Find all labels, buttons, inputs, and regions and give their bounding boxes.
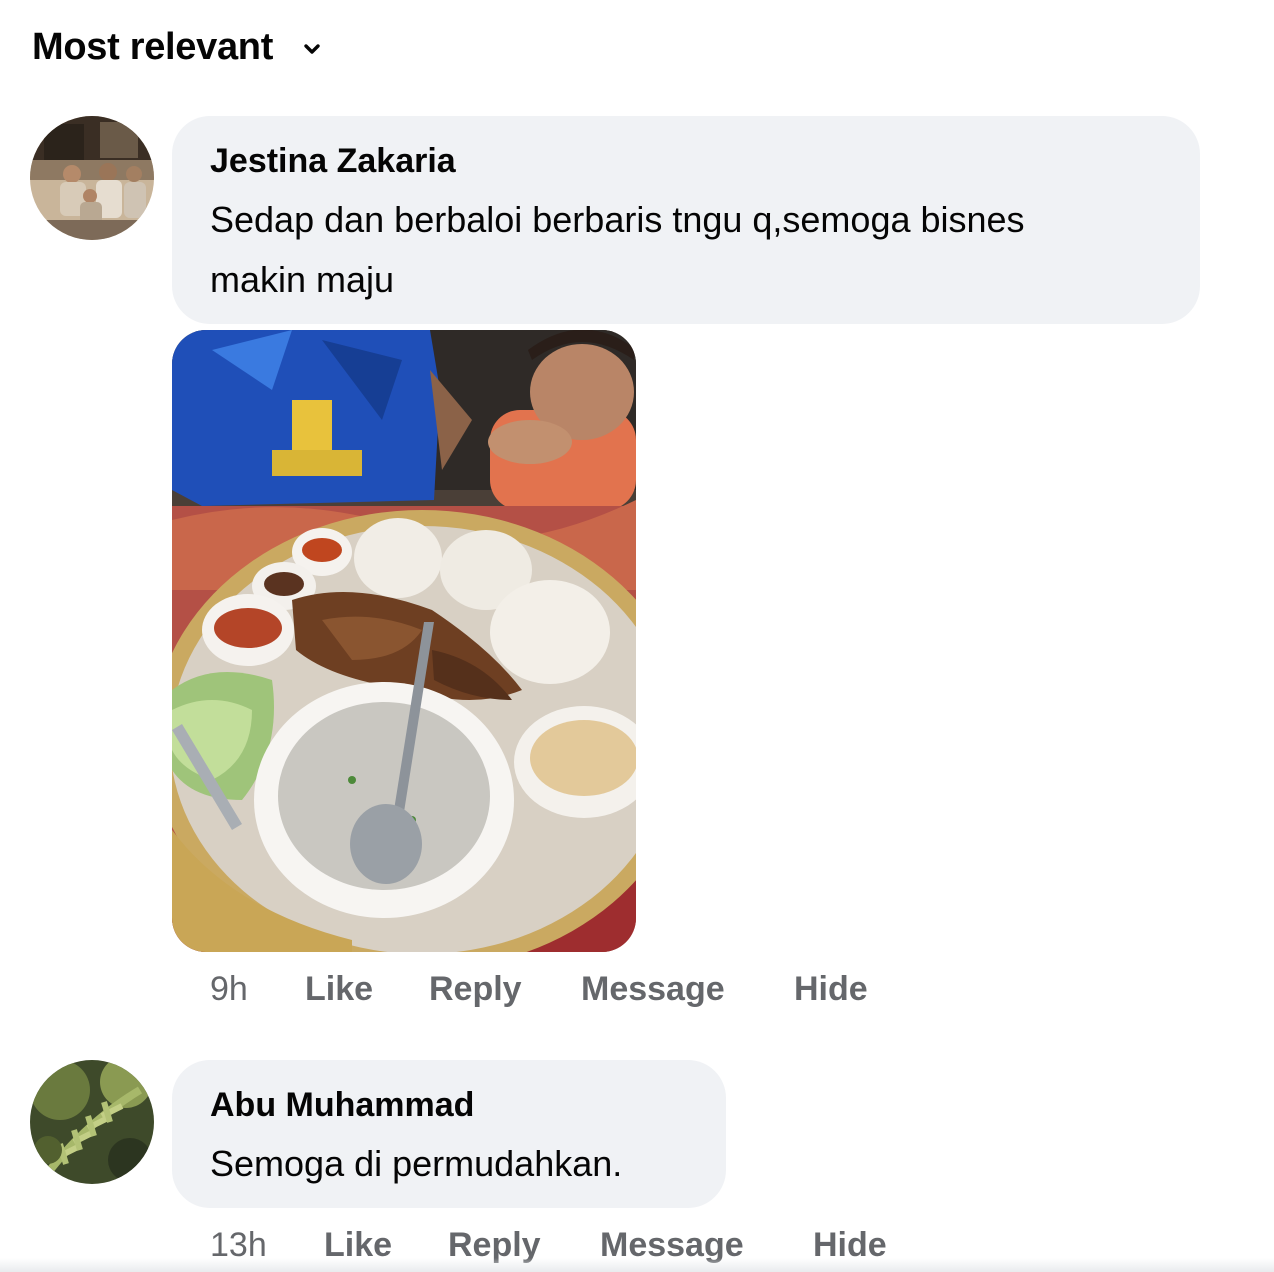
hide-button[interactable]: Hide <box>794 970 868 1009</box>
comment-photo[interactable] <box>172 330 636 952</box>
message-button[interactable]: Message <box>581 970 725 1009</box>
bottom-edge-shadow <box>0 1258 1274 1272</box>
comment-bubble: Abu Muhammad Semoga di permudahkan. <box>172 1060 726 1208</box>
comment-text-line: Semoga di permudahkan. <box>210 1143 623 1184</box>
avatar[interactable] <box>30 1060 154 1184</box>
sort-dropdown[interactable]: Most relevant <box>32 26 321 69</box>
like-button[interactable]: Like <box>305 970 373 1009</box>
comment-time[interactable]: 9h <box>210 970 248 1009</box>
comment-author[interactable]: Jestina Zakaria <box>210 142 456 181</box>
sort-label: Most relevant <box>32 26 274 68</box>
comment-bubble: Jestina Zakaria Sedap dan berbaloi berba… <box>172 116 1200 324</box>
avatar[interactable] <box>30 116 154 240</box>
reply-button[interactable]: Reply <box>429 970 522 1009</box>
chevron-down-icon <box>303 42 321 60</box>
comment-author[interactable]: Abu Muhammad <box>210 1086 474 1125</box>
comment-actions: 9h Like Reply Message Hide <box>210 970 910 1014</box>
comment-text-line: makin maju <box>210 259 395 300</box>
comment-text-line: Sedap dan berbaloi berbaris tngu q,semog… <box>210 199 1025 240</box>
